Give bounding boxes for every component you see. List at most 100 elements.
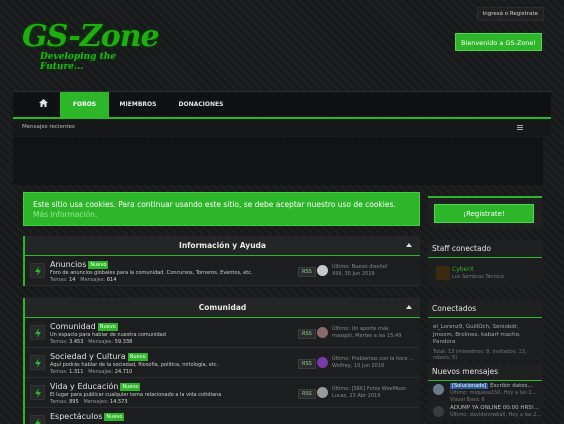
lightning-icon [30,355,45,370]
list-item[interactable]: ADUMP YA ONLINE 00:00 HRS!... Último: da… [428,403,542,420]
forum-title[interactable]: Espectáculos Nuevo [50,412,125,421]
forum-name[interactable]: Vida y Educación [50,382,118,391]
solved-tag: [Solucionado] [450,383,489,389]
last-post-title[interactable]: Último: Nuevo diseño! [332,264,388,270]
mensajes-count: 24.710 [114,369,133,375]
cookie-notice: Este sitio usa cookies. Para continuar u… [23,192,420,226]
forum-row[interactable]: Sociedad y Cultura Nuevo Aquí podrás habl… [25,348,420,378]
forum-title[interactable]: Comunidad Nuevo [50,322,118,331]
category-comunidad: Comunidad Comunidad Nuevo Un espacio para… [23,298,420,424]
main-nav: FOROS MIEMBROS DONACIONES [13,91,551,119]
rss-button[interactable]: RSS [298,359,316,369]
cookie-more-info-link[interactable]: Más Información. [33,210,97,219]
avatar[interactable] [433,406,444,417]
forum-name[interactable]: Comunidad [50,322,96,331]
new-badge: Nuevo [97,323,118,331]
chevron-up-icon[interactable] [406,305,412,309]
temas-count: 3.453 [69,339,84,345]
nav-miembros[interactable]: MIEMBROS [113,92,163,118]
post-title[interactable]: ADUMP YA ONLINE 00:00 HRS!... [450,405,539,411]
forum-row[interactable]: Vida y Educación Nuevo El lugar para publ… [25,378,420,408]
new-posts-title: Nuevos mensajes [428,363,542,381]
home-icon [38,99,48,107]
staff-name[interactable]: CyberX [452,266,474,273]
forum-row[interactable]: Espectáculos Nuevo [25,408,420,424]
nav-donaciones[interactable]: DONACIONES [173,92,229,118]
last-post-meta: maxgoli, Martes a las 15:49 [332,333,402,339]
category-header[interactable]: Información y Ayuda [25,236,420,256]
logo-tagline: Developing the Future... [40,52,117,72]
menu-list-icon[interactable] [517,125,523,131]
forum-description: Un espacio para hablar de nuestra comuni… [50,332,166,338]
forum-name[interactable]: Sociedad y Cultura [50,352,126,361]
last-post-title[interactable]: Último: Problemas con la hora ... [332,356,414,362]
mensajes-label: Mensajes: [88,339,114,345]
last-post-meta: Wolfrey, 10 Jun 2019 [332,363,385,369]
new-badge: Nuevo [120,383,141,391]
category-title: Información y Ayuda [179,241,266,250]
forum-description: El lugar para publicar cualquier tema re… [50,392,222,398]
lightning-icon [30,325,45,340]
category-header[interactable]: Comunidad [25,298,420,318]
last-post[interactable]: Último: Nuevo diseño! XIIII, 30 Jun 2019 [332,264,388,278]
staff-member[interactable]: CyberX Los Sombras Técnico [428,258,542,286]
temas-count: 895 [69,399,79,405]
forum-title[interactable]: Vida y Educación Nuevo [50,382,141,391]
avatar[interactable] [317,265,328,276]
avatar[interactable] [317,357,328,368]
chevron-up-icon[interactable] [406,243,412,247]
mensajes-count: 59.338 [114,339,133,345]
post-meta: Último: davidsnowball, Hoy a las 2... [450,412,542,418]
login-register-link[interactable]: Ingresá o Registrate [476,7,544,21]
last-post-title[interactable]: Último: Un aporte más [332,326,389,332]
lightning-icon [30,415,45,424]
forum-title[interactable]: Anuncios Nuevo [50,260,109,269]
rss-button[interactable]: RSS [298,389,316,399]
forum-title[interactable]: Sociedad y Cultura Nuevo [50,352,148,361]
nav-home[interactable] [27,92,59,118]
welcome-button[interactable]: Bienvenido a GS-Zone! [454,33,542,51]
logo-title: GS-Zone [22,19,160,54]
last-post-title[interactable]: Último: [SKK] Fotos WeeMoon [332,386,406,392]
avatar[interactable] [433,384,444,395]
forum-row[interactable]: Comunidad Nuevo Un espacio para hablar de… [25,318,420,348]
list-item[interactable]: [Solucionado] Escribir datos... Último: … [428,381,542,403]
lightning-icon [30,263,45,278]
mensajes-label: Mensajes: [80,277,106,283]
last-post[interactable]: Último: [SKK] Fotos WeeMoon Lucas, 23 Abr… [332,386,406,400]
online-body: el_Lorenz9, GuillOch, Seniobdr, Jmoxm, B… [428,318,542,361]
rss-button[interactable]: RSS [298,329,316,339]
new-badge: Nuevo [127,353,148,361]
staff-panel: Staff conectado CyberX Los Sombras Técni… [428,240,542,286]
top-bar: Ingresá o Registrate [476,0,544,21]
mensajes-label: Mensajes: [88,369,114,375]
forum-row[interactable]: Anuncios Nuevo Foro de anuncios globales … [25,256,420,286]
cookie-text: Este sitio usa cookies. Para continuar u… [33,200,396,209]
temas-label: Temas: [50,399,68,405]
avatar[interactable] [317,327,328,338]
avatar[interactable] [317,387,328,398]
category-title: Comunidad [198,303,247,312]
nav-foros[interactable]: FOROS [60,92,109,118]
temas-count: 14 [69,277,76,283]
online-users[interactable]: el_Lorenz9, GuillOch, Seniobdr, Jmoxm, B… [433,324,537,347]
last-post[interactable]: Último: Problemas con la hora ... Wolfrey… [332,356,414,370]
forum-name[interactable]: Espectáculos [50,412,102,421]
forum-name[interactable]: Anuncios [50,260,86,269]
forum-stats: Temas: 895 Mensajes: 14.573 [50,399,128,405]
new-badge: Nuevo [88,261,109,269]
online-title: Conectados [428,300,542,318]
post-title[interactable]: Escribir datos... [490,383,533,389]
avatar[interactable] [436,266,450,280]
forum-description: Aquí podrás hablar de la sociedad, filos… [50,362,219,368]
mensajes-count: 14.573 [110,399,128,405]
last-post[interactable]: Último: Un aporte más maxgoli, Martes a l… [332,326,401,340]
rss-button[interactable]: RSS [298,267,316,277]
recent-posts-link[interactable]: Mensajes recientes [22,124,75,130]
register-button[interactable]: ¡Registrate! [434,204,534,223]
sub-nav: Mensajes recientes [13,120,551,136]
forum-description: Foro de anuncios globales para la comuni… [50,270,253,276]
site-logo[interactable]: GS-Zone Developing the Future... [22,19,162,73]
mensajes-count: 614 [106,277,117,283]
new-posts-panel: Nuevos mensajes [Solucionado] Escribir d… [428,363,542,420]
